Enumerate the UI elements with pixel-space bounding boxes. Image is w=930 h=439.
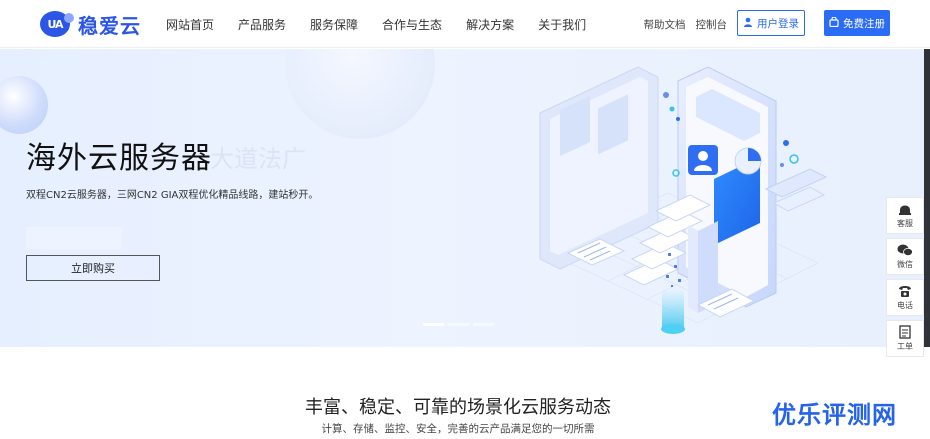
headset-icon	[897, 202, 913, 216]
decor-bubble-large	[285, 49, 435, 139]
top-header: UA 稳爱云 网站首页 产品服务 服务保障 合作与生态 解决方案 关于我们 帮助…	[0, 0, 930, 48]
side-tool-phone[interactable]: 电话	[886, 279, 924, 316]
hero-title: 海外云服务器	[26, 141, 212, 176]
register-label: 免费注册	[843, 17, 885, 30]
watermark-text: 优乐评测网	[772, 401, 897, 429]
carousel-dot-1[interactable]	[423, 323, 444, 326]
register-button[interactable]: 免费注册	[824, 10, 890, 36]
hero-faint-text: 大道法广	[210, 145, 306, 173]
ticket-icon	[897, 325, 913, 339]
phone-icon	[897, 284, 913, 298]
wechat-icon	[897, 243, 913, 257]
carousel-dot-3[interactable]	[473, 323, 494, 326]
cloud-server-illustration	[539, 66, 828, 334]
decor-bubble	[0, 76, 48, 134]
side-tool-label: 客服	[897, 219, 913, 228]
nav-item-partners[interactable]: 合作与生态	[382, 16, 442, 33]
hero-subtitle: 双程CN2云服务器，三网CN2 GIA双程优化精品线路，建站秒开。	[26, 190, 319, 201]
hero-banner: 大道法广 海外云服务器 双程CN2云服务器，三网CN2 GIA双程优化精品线路，…	[0, 49, 924, 347]
user-icon	[743, 17, 753, 30]
side-tool-ticket[interactable]: 工单	[886, 320, 924, 357]
side-tool-label: 工单	[897, 342, 913, 351]
login-label: 用户登录	[757, 17, 799, 30]
side-tool-service[interactable]: 客服	[886, 197, 924, 234]
logo-mark-icon: UA	[40, 11, 74, 37]
floating-side-toolbar: 客服 微信 电话 工单	[886, 197, 924, 361]
console-link[interactable]: 控制台	[696, 17, 728, 32]
nav-item-solutions[interactable]: 解决方案	[466, 16, 514, 33]
nav-item-service-guarantee[interactable]: 服务保障	[310, 16, 358, 33]
side-tool-wechat[interactable]: 微信	[886, 238, 924, 275]
carousel-indicators	[423, 323, 498, 326]
brand-name: 稳爱云	[78, 13, 141, 38]
hero-ghost-block	[26, 227, 122, 249]
bag-icon	[829, 15, 839, 30]
carousel-dot-2[interactable]	[448, 323, 469, 326]
page-scrollbar[interactable]	[924, 49, 930, 347]
side-tool-label: 电话	[897, 301, 913, 310]
nav-item-about[interactable]: 关于我们	[538, 16, 586, 33]
nav-item-products[interactable]: 产品服务	[238, 16, 286, 33]
main-nav: 网站首页 产品服务 服务保障 合作与生态 解决方案 关于我们	[166, 0, 610, 48]
logo-mark-text: UA	[47, 17, 63, 31]
login-button[interactable]: 用户登录	[737, 10, 805, 36]
buy-now-button[interactable]: 立即购买	[26, 255, 160, 281]
nav-item-home[interactable]: 网站首页	[166, 16, 214, 33]
help-docs-link[interactable]: 帮助文档	[644, 17, 686, 32]
brand-logo[interactable]: UA 稳爱云	[40, 10, 144, 38]
header-links: 帮助文档 控制台	[634, 0, 728, 48]
side-tool-label: 微信	[897, 260, 913, 269]
